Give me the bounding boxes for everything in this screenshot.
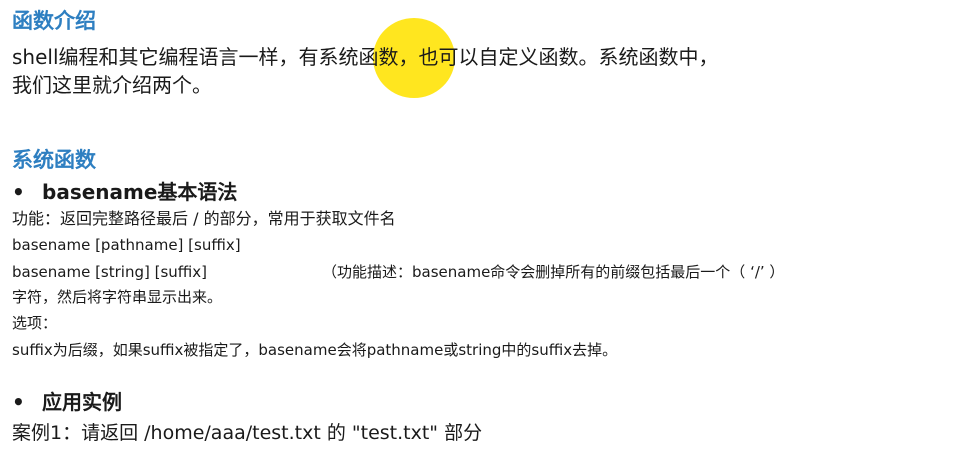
- example-case-1: 案例1：请返回 /home/aaa/test.txt 的 "test.txt" …: [12, 422, 483, 444]
- bullet-usage-example: • 应用实例: [12, 390, 122, 414]
- bullet-basename-syntax: • basename基本语法: [12, 180, 237, 204]
- syntax-line-pathname: basename [pathname] [suffix]: [12, 236, 241, 254]
- syntax-description-continued: 字符，然后将字符串显示出来。: [12, 288, 223, 306]
- options-text: suffix为后缀，如果suffix被指定了，basename会将pathnam…: [12, 341, 618, 359]
- syntax-description: （功能描述：basename命令会删掉所有的前缀包括最后一个（ ‘/’ ）: [322, 263, 785, 281]
- section-title-system-functions: 系统函数: [12, 148, 96, 172]
- intro-paragraph-line-1: shell编程和其它编程语言一样，有系统函数，也可以自定义函数。系统函数中，: [12, 45, 719, 69]
- section-title-function-intro: 函数介绍: [12, 9, 96, 33]
- syntax-line-string: basename [string] [suffix]: [12, 263, 207, 281]
- bullet-basename-label: basename基本语法: [42, 180, 238, 204]
- bullet-usage-label: 应用实例: [42, 390, 122, 414]
- options-label: 选项：: [12, 314, 58, 332]
- function-description: 功能：返回完整路径最后 / 的部分，常用于获取文件名: [12, 209, 396, 228]
- bullet-dot: •: [12, 390, 25, 414]
- bullet-dot: •: [12, 180, 25, 204]
- intro-paragraph-line-2: 我们这里就介绍两个。: [12, 73, 212, 97]
